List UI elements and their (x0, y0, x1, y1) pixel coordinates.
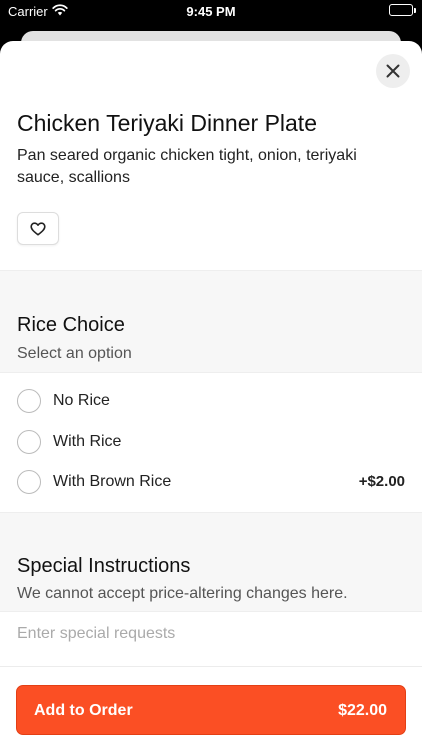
special-instructions-header: Special Instructions We cannot accept pr… (0, 512, 422, 612)
special-requests-input[interactable] (17, 619, 405, 649)
order-total-price: $22.00 (338, 702, 387, 719)
battery-icon (389, 4, 416, 16)
clock-time: 9:45 PM (186, 4, 236, 19)
option-label: With Rice (53, 433, 122, 450)
add-to-order-label: Add to Order (34, 702, 133, 719)
special-instructions-subtitle: We cannot accept price-altering changes … (17, 585, 348, 602)
close-button[interactable] (376, 54, 410, 88)
item-detail-sheet: Chicken Teriyaki Dinner Plate Pan seared… (0, 41, 422, 750)
radio-button[interactable] (17, 470, 41, 494)
option-label: No Rice (53, 392, 110, 409)
rice-option-no-rice[interactable]: No Rice (0, 381, 422, 421)
item-title: Chicken Teriyaki Dinner Plate (17, 110, 317, 136)
heart-outline-icon (30, 221, 46, 236)
option-label: With Brown Rice (53, 473, 172, 490)
order-footer: Add to Order $22.00 (0, 666, 422, 750)
rice-choice-subtitle: Select an option (17, 345, 132, 362)
item-description: Pan seared organic chicken tight, onion,… (17, 147, 357, 186)
radio-button[interactable] (17, 389, 41, 413)
radio-button[interactable] (17, 430, 41, 454)
status-bar: Carrier 9:45 PM (0, 0, 422, 24)
rice-choice-title: Rice Choice (17, 314, 125, 336)
close-icon (386, 64, 400, 78)
option-price: +$2.00 (358, 473, 405, 490)
rice-option-with-rice[interactable]: With Rice (0, 422, 422, 462)
rice-choice-header: Rice Choice Select an option (0, 270, 422, 373)
favorite-button[interactable] (17, 212, 59, 245)
add-to-order-button[interactable]: Add to Order $22.00 (16, 685, 406, 735)
rice-option-with-brown-rice[interactable]: With Brown Rice +$2.00 (0, 462, 422, 502)
special-instructions-title: Special Instructions (17, 555, 191, 577)
